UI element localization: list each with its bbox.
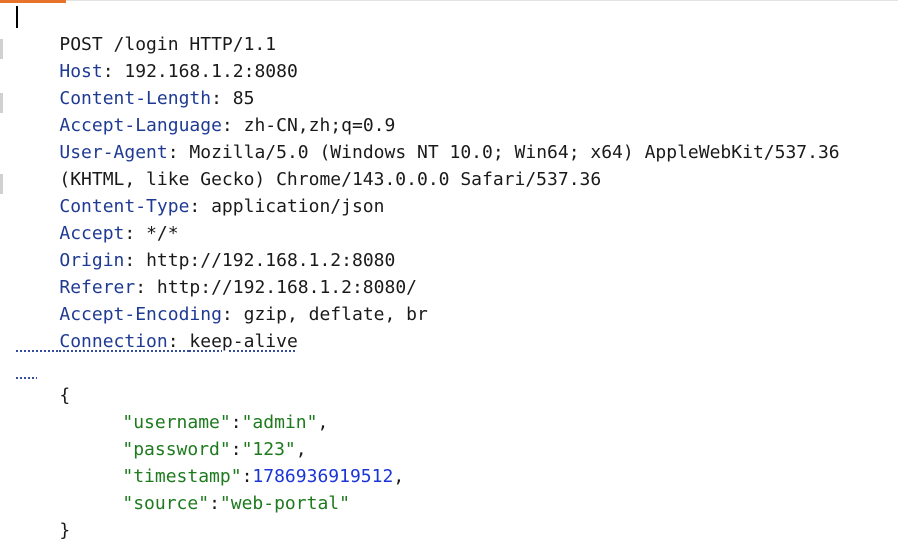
raw-request-editor[interactable]: POST /login HTTP/1.1 Host: 192.168.1.2:8… — [0, 0, 898, 548]
header-accept-encoding[interactable]: Accept-Encoding: gzip, deflate, br — [16, 274, 427, 325]
header-user-agent[interactable]: User-Agent: Mozilla/5.0 (Windows NT 10.0… — [16, 112, 839, 163]
json-field-username[interactable]: "username":"admin", — [79, 382, 328, 433]
json-close-brace[interactable]: } — [16, 490, 70, 541]
tab-accent — [0, 0, 66, 3]
header-connection[interactable]: Connection: keep-alive — [16, 301, 297, 352]
header-user-agent-continuation[interactable]: (KHTML, like Gecko) Chrome/143.0.0.0 Saf… — [16, 139, 601, 190]
header-content-type[interactable]: Content-Type: application/json — [16, 166, 384, 217]
request-line[interactable]: POST /login HTTP/1.1 — [16, 4, 276, 55]
header-value: keep-alive — [189, 331, 298, 352]
json-colon: : — [209, 493, 220, 514]
header-value: application/json — [211, 196, 385, 217]
header-separator: : — [189, 196, 212, 217]
header-accept-language[interactable]: Accept-Language: zh-CN,zh;q=0.9 — [16, 85, 395, 136]
header-separator: : — [167, 331, 190, 352]
json-open-brace[interactable]: { — [16, 355, 70, 406]
header-content-length[interactable]: Content-Length: 85 — [16, 58, 254, 109]
gutter-marker — [0, 39, 3, 59]
gutter-marker — [0, 93, 3, 113]
header-name: Connection — [59, 331, 168, 352]
header-host[interactable]: Host: 192.168.1.2:8080 — [16, 31, 297, 82]
json-field-source[interactable]: "source":"web-portal" — [79, 463, 350, 514]
json-field-password[interactable]: "password":"123", — [79, 409, 306, 460]
json-key: "source" — [122, 493, 210, 514]
header-origin[interactable]: Origin: http://192.168.1.2:8080 — [16, 220, 395, 271]
json-value: "web-portal" — [219, 493, 350, 514]
editor-top-border — [66, 0, 898, 1]
json-field-timestamp[interactable]: "timestamp":1786936919512, — [79, 436, 404, 487]
json-brace: { — [59, 385, 71, 406]
header-referer[interactable]: Referer: http://192.168.1.2:8080/ — [16, 247, 417, 298]
json-comma: , — [393, 466, 405, 487]
json-comma: , — [317, 412, 329, 433]
json-brace: } — [59, 520, 71, 541]
gutter-marker — [0, 174, 3, 194]
header-accept[interactable]: Accept: */* — [16, 193, 178, 244]
